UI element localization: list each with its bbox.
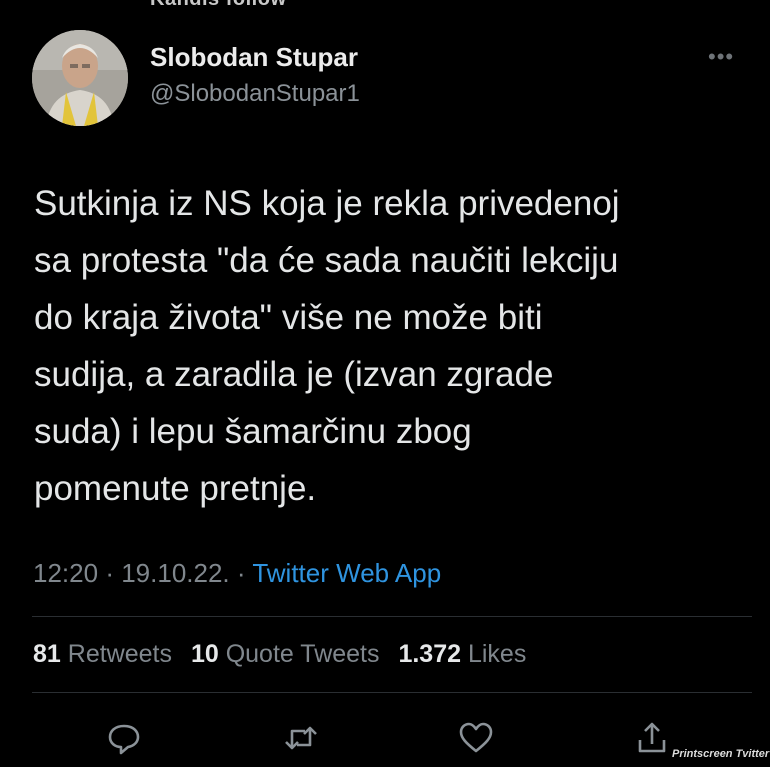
tweet-source-link[interactable]: Twitter Web App bbox=[252, 558, 441, 588]
share-icon[interactable] bbox=[632, 718, 672, 758]
divider bbox=[32, 616, 752, 617]
more-options-icon[interactable]: ••• bbox=[708, 44, 734, 70]
author-name[interactable]: Slobodan Stupar bbox=[150, 42, 358, 73]
meta-separator: · bbox=[105, 558, 114, 588]
like-icon[interactable] bbox=[456, 718, 496, 758]
likes-stat[interactable]: 1.372 Likes bbox=[398, 640, 526, 668]
quotes-count: 10 bbox=[190, 640, 219, 668]
reply-icon[interactable] bbox=[104, 718, 144, 758]
likes-label: Likes bbox=[467, 640, 527, 668]
retweets-stat[interactable]: 81 Retweets bbox=[33, 640, 172, 668]
retweets-label: Retweets bbox=[67, 640, 172, 668]
tweet-meta: 12:20 · 19.10.22. · Twitter Web App bbox=[33, 558, 441, 589]
retweet-icon[interactable] bbox=[281, 718, 321, 758]
tweet-date: 19.10.22. bbox=[121, 558, 230, 588]
partial-header-text: Kandis follow bbox=[150, 0, 287, 11]
avatar[interactable] bbox=[32, 30, 128, 126]
meta-separator: · bbox=[236, 558, 246, 588]
tweet-text: Sutkinja iz NS koja je rekla privedenoj … bbox=[34, 184, 620, 508]
tweet-time: 12:20 bbox=[33, 558, 99, 588]
quotes-stat[interactable]: 10 Quote Tweets bbox=[191, 640, 380, 668]
likes-count: 1.372 bbox=[398, 640, 462, 668]
quotes-label: Quote Tweets bbox=[225, 640, 380, 668]
action-bar bbox=[0, 718, 770, 762]
avatar-image bbox=[32, 30, 128, 126]
tweet-stats: 81 Retweets 10 Quote Tweets 1.372 Likes bbox=[33, 640, 526, 669]
screenshot-credit: Printscreen Tvitter bbox=[672, 748, 770, 760]
divider bbox=[32, 692, 752, 693]
author-handle[interactable]: @SlobodanStupar1 bbox=[150, 80, 360, 108]
retweets-count: 81 bbox=[33, 640, 61, 668]
